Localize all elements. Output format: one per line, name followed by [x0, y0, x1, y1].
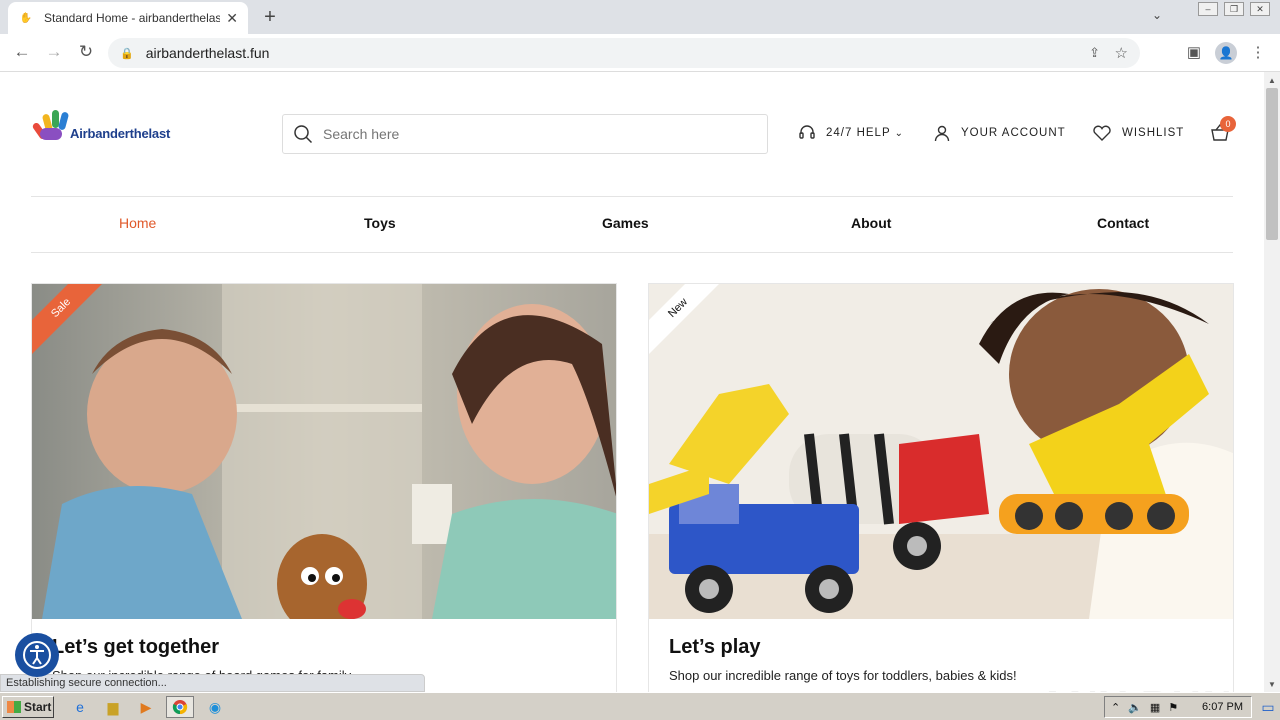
browser-tab-bar: ✋ Standard Home - airbanderthelast.fun ✕…: [0, 0, 1280, 34]
help-label: 24/7 HELP: [826, 127, 891, 139]
card-title: Let’s play: [669, 636, 761, 658]
search-input[interactable]: [323, 126, 723, 142]
cart-count-badge: 0: [1220, 116, 1236, 132]
search-icon: [294, 125, 313, 144]
browser-toolbar: ← → ↻ 🔒 airbanderthelast.fun ⇪ ☆ ▣ 👤 ⋮: [0, 34, 1280, 72]
cart-button[interactable]: 0: [1210, 116, 1236, 147]
user-icon: [934, 125, 950, 142]
network-icon[interactable]: ▦: [1150, 701, 1160, 714]
start-button[interactable]: Start: [2, 696, 54, 718]
minimize-button[interactable]: –: [1198, 2, 1218, 16]
card-title: Let’s get together: [52, 636, 220, 658]
profile-avatar[interactable]: 👤: [1215, 42, 1237, 64]
browser-menu-icon[interactable]: ⋮: [1248, 43, 1268, 61]
internet-explorer-icon[interactable]: e: [70, 697, 90, 717]
wishlist-link[interactable]: WISHLIST: [1092, 124, 1184, 142]
chrome-taskbar-button[interactable]: [166, 696, 194, 718]
anyrun-watermark: ANY RUN: [1038, 684, 1234, 692]
site-favicon-icon: ✋: [19, 12, 33, 24]
nav-contact[interactable]: Contact: [1097, 215, 1149, 231]
promo-image-kids-together[interactable]: Sale: [32, 284, 616, 619]
accessibility-widget-button[interactable]: [15, 633, 59, 677]
chevron-down-icon: ⌄: [894, 127, 905, 139]
chrome-icon: [172, 700, 188, 715]
clock: 6:07 PM: [1202, 701, 1243, 713]
back-icon[interactable]: ←: [12, 42, 32, 62]
nav-games[interactable]: Games: [602, 215, 649, 231]
tab-title: Standard Home - airbanderthelast.fun: [44, 11, 221, 25]
reload-icon[interactable]: ↻: [76, 42, 96, 62]
help-menu[interactable]: 24/7 HELP ⌄: [798, 124, 904, 142]
nav-about[interactable]: About: [851, 215, 891, 231]
maximize-button[interactable]: ❐: [1224, 2, 1244, 16]
address-bar[interactable]: 🔒 airbanderthelast.fun ⇪ ☆: [108, 38, 1140, 68]
scrollbar-thumb[interactable]: [1266, 88, 1278, 240]
promo-image-toy-trucks[interactable]: New: [649, 284, 1233, 619]
bookmark-star-icon[interactable]: ☆: [1115, 44, 1128, 62]
windows-taskbar: Start e ▆ ▶ ◉ ⌃ 🔈 ▦ ⚑ 6:07 PM ▭: [0, 692, 1280, 720]
action-center-flag-icon[interactable]: ⚑: [1168, 701, 1178, 714]
windows-flag-icon: [7, 701, 21, 713]
tab-close-icon[interactable]: ✕: [226, 10, 238, 27]
tray-arrow-icon[interactable]: ⌃: [1111, 701, 1120, 714]
nav-divider: [31, 252, 1233, 253]
window-controls: – ❐ ✕: [1198, 2, 1270, 16]
account-link[interactable]: YOUR ACCOUNT: [933, 124, 1066, 142]
side-panel-icon[interactable]: ▣: [1184, 43, 1204, 61]
start-label: Start: [24, 700, 52, 714]
nav-toys[interactable]: Toys: [364, 215, 396, 231]
promo-card-new[interactable]: New Let’s play Shop our incredible range…: [648, 283, 1234, 692]
share-icon[interactable]: ⇪: [1089, 45, 1100, 61]
browser-tab[interactable]: ✋ Standard Home - airbanderthelast.fun ✕: [8, 2, 248, 34]
card-text: Shop our incredible range of toys for to…: [669, 668, 1017, 683]
accessibility-icon: [23, 641, 51, 669]
browser-status-bubble: Establishing secure connection...: [0, 674, 425, 692]
main-nav: Home Toys Games About Contact: [31, 197, 1233, 252]
nav-home[interactable]: Home: [119, 215, 156, 231]
new-tab-button[interactable]: +: [260, 6, 280, 29]
volume-icon[interactable]: 🔈: [1128, 701, 1142, 714]
address-url[interactable]: airbanderthelast.fun: [146, 45, 270, 61]
search-box[interactable]: [282, 114, 768, 154]
forward-icon[interactable]: →: [44, 42, 64, 62]
web-page: Airbanderthelast 24/7 HELP ⌄ YOUR ACCOUN…: [0, 72, 1264, 692]
site-logo[interactable]: Airbanderthelast: [31, 110, 171, 144]
edge-icon[interactable]: ◉: [205, 697, 225, 717]
close-window-button[interactable]: ✕: [1250, 2, 1270, 16]
show-desktop-icon[interactable]: ▭: [1258, 697, 1278, 717]
hand-logo-icon: [31, 110, 72, 144]
logo-text: Airbanderthelast: [70, 125, 171, 141]
file-explorer-icon[interactable]: ▆: [103, 697, 123, 717]
tab-search-chevron-icon[interactable]: ⌄: [1152, 8, 1162, 22]
headset-icon: [799, 125, 815, 139]
promo-card-sale[interactable]: Sale Let’s get together Shop our incredi…: [31, 283, 617, 692]
system-tray: ⌃ 🔈 ▦ ⚑ 6:07 PM: [1104, 696, 1252, 718]
heart-icon: [1093, 125, 1111, 141]
lock-icon[interactable]: 🔒: [120, 47, 134, 60]
scroll-up-arrow-icon[interactable]: ▲: [1264, 72, 1280, 88]
scroll-down-arrow-icon[interactable]: ▼: [1264, 676, 1280, 692]
vertical-scrollbar[interactable]: ▲ ▼: [1264, 72, 1280, 692]
wishlist-label: WISHLIST: [1122, 127, 1185, 139]
media-player-icon[interactable]: ▶: [136, 697, 156, 717]
account-label: YOUR ACCOUNT: [961, 127, 1066, 139]
